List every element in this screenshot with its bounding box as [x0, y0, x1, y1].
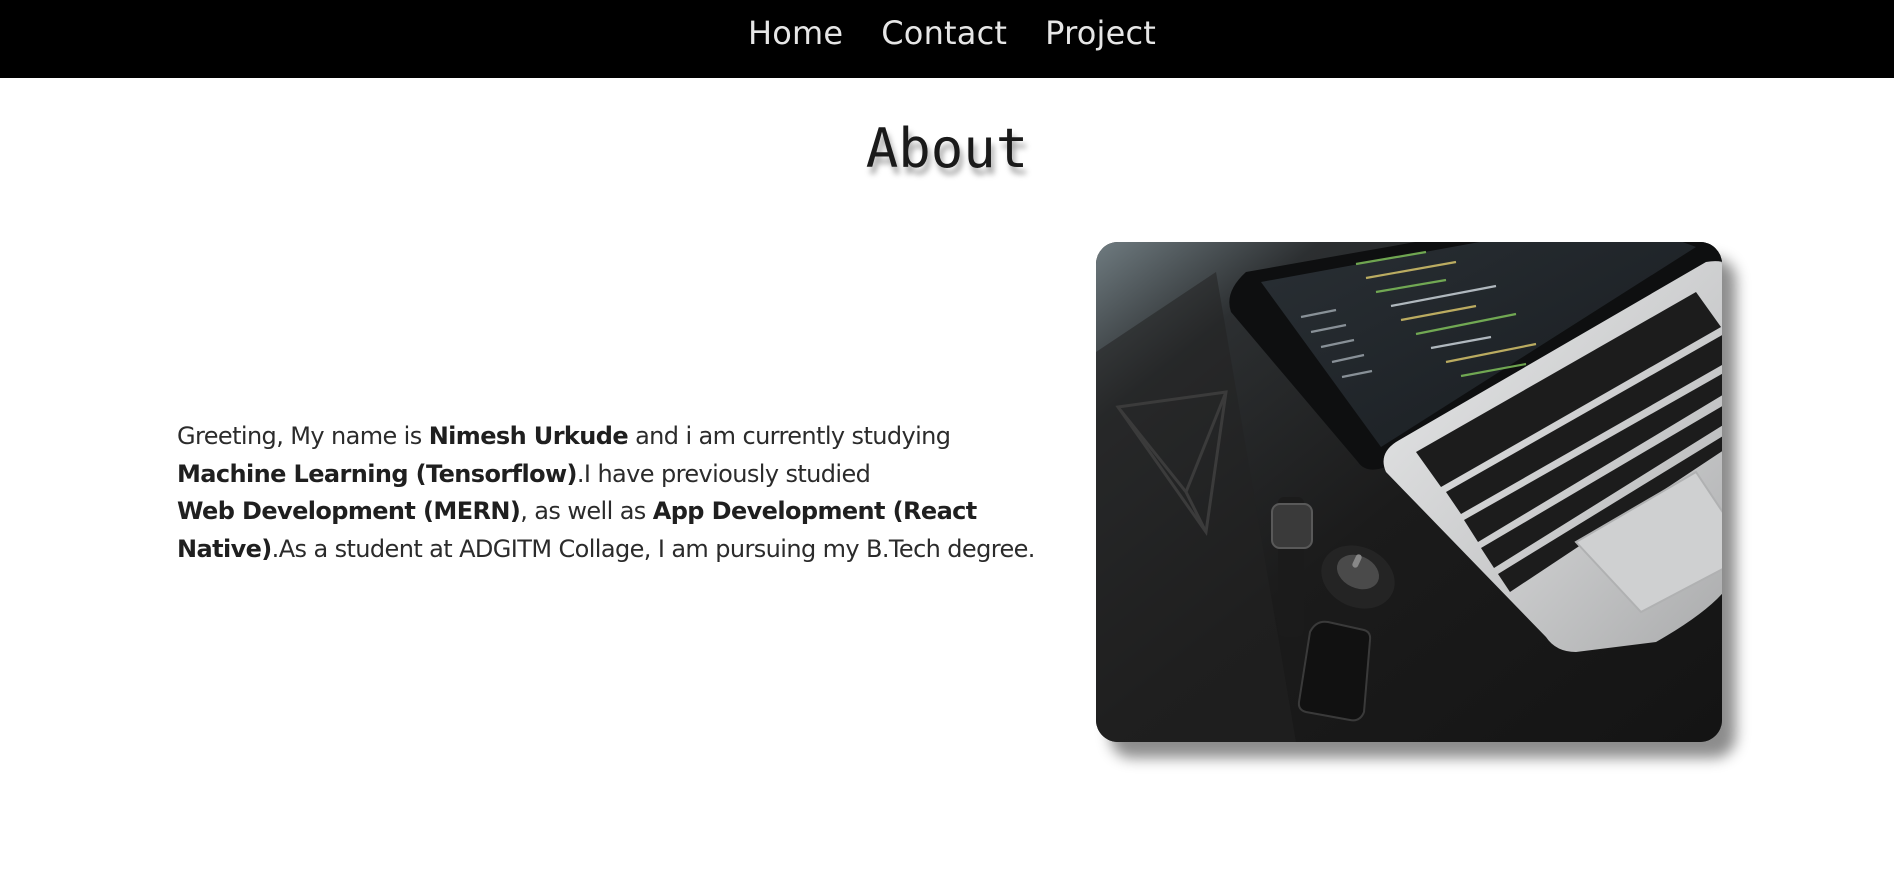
nav-links: Home Contact Project [748, 14, 1156, 52]
about-web-highlight: Web Development (MERN) [177, 497, 521, 525]
about-ml-highlight: Machine Learning (Tensorflow) [177, 459, 578, 488]
about-paragraph: Greeting, My name is Nimesh Urkude and i… [177, 418, 1077, 568]
top-navigation: Home Contact Project [0, 0, 1894, 78]
nav-link-contact[interactable]: Contact [881, 14, 1007, 52]
about-name-highlight: Nimesh Urkude [428, 422, 629, 450]
about-text-segment: and i am currently studying [628, 422, 951, 450]
nav-link-project[interactable]: Project [1045, 14, 1156, 52]
laptop-desk-illustration [1096, 242, 1722, 742]
about-text-segment: Greeting, My name is [177, 422, 429, 450]
nav-link-home[interactable]: Home [748, 14, 843, 52]
smartphone [1297, 620, 1372, 722]
about-text-segment: , as well as [520, 497, 653, 525]
page-title: About [865, 117, 1029, 180]
laptop-desk-image [1096, 242, 1722, 742]
about-text-segment: .I have previously studied [576, 459, 871, 488]
about-text-segment: .As a student at ADGITM Collage, I am pu… [271, 534, 1036, 563]
